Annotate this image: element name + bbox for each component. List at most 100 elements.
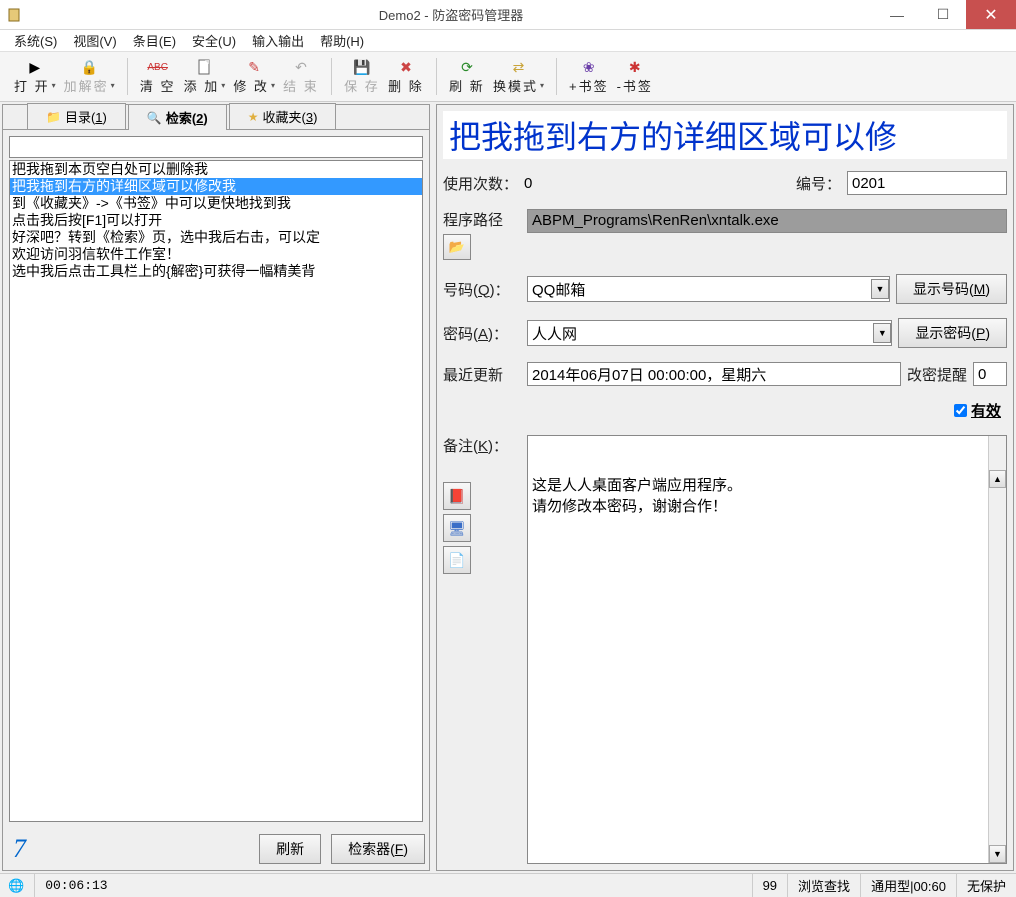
id-field[interactable]	[847, 171, 1007, 195]
tool-add[interactable]: 添 加▾	[180, 56, 230, 97]
monitor-icon: 🖥	[448, 520, 466, 537]
tool-end[interactable]: ↶ 结 束	[279, 56, 323, 97]
delete-icon: ✖	[388, 58, 424, 76]
edit-icon: ✎	[233, 58, 275, 76]
menu-system[interactable]: 系统(S)	[6, 29, 65, 52]
window-title: Demo2 - 防盗密码管理器	[28, 5, 874, 24]
main-area: 📁 目录(1) 🔍 检索(2) ★ 收藏夹(3) 把我拖到本页空白处可以删除我把…	[0, 102, 1016, 873]
maximize-button[interactable]: ☐	[920, 0, 966, 29]
last-update-label: 最近更新	[443, 364, 521, 385]
indexer-button[interactable]: 检索器(F)	[331, 834, 425, 864]
menubar: 系统(S) 视图(V) 条目(E) 安全(U) 输入输出 帮助(H)	[0, 30, 1016, 52]
tool-refresh[interactable]: ⟳ 刷 新	[445, 56, 489, 97]
status-icon: 🌐	[0, 874, 34, 897]
folder-icon: 📁	[46, 110, 61, 124]
status-count: 99	[752, 874, 787, 897]
menu-security[interactable]: 安全(U)	[184, 29, 244, 52]
list-item[interactable]: 到《收藏夹》->《书签》中可以更快地找到我	[10, 195, 422, 212]
menu-io[interactable]: 输入输出	[244, 29, 312, 52]
tool-delete[interactable]: ✖ 删 除	[384, 56, 428, 97]
list-item[interactable]: 好深吧？转到《检索》页，选中我后右击，可以定	[10, 229, 422, 246]
number-label: 号码(Q)：	[443, 279, 521, 300]
entry-title-banner: 把我拖到右方的详细区域可以修	[443, 111, 1007, 159]
chevron-down-icon[interactable]: ▼	[871, 279, 889, 299]
show-number-button[interactable]: 显示号码(M)	[896, 274, 1007, 304]
result-list[interactable]: 把我拖到本页空白处可以删除我把我拖到右方的详细区域可以修改我到《收藏夹》->《书…	[9, 160, 423, 822]
tool-clear[interactable]: ABC 清 空	[136, 56, 180, 97]
app-icon	[0, 1, 28, 29]
new-doc-icon	[184, 58, 226, 76]
status-protect: 无保护	[956, 874, 1016, 897]
tool-add-bookmark[interactable]: ❀ +书签	[565, 56, 613, 97]
tab-favorites[interactable]: ★ 收藏夹(3)	[229, 103, 337, 129]
valid-label: 有效	[971, 400, 1001, 421]
path-label: 程序路径	[443, 209, 521, 230]
lock-icon: 🔒	[64, 58, 115, 76]
number-combo[interactable]: QQ邮箱 ▼	[527, 276, 890, 302]
remind-label: 改密提醒	[907, 364, 967, 385]
wallet-icon: 📕	[448, 488, 465, 505]
toolbar: ▶ 打 开▾ 🔒 加解密▾ ABC 清 空 添 加▾ ✎ 修 改▾ ↶ 结 束	[0, 52, 1016, 102]
remind-field[interactable]	[973, 362, 1007, 386]
tool-open[interactable]: ▶ 打 开▾	[10, 56, 60, 97]
list-item[interactable]: 把我拖到本页空白处可以删除我	[10, 161, 422, 178]
tool-switch-mode[interactable]: ⇄ 换模式▾	[489, 56, 548, 97]
scrollbar[interactable]: ▲ ▼	[988, 436, 1006, 863]
search-icon: 🔍	[147, 111, 162, 125]
remark-label: 备注(K)：	[443, 435, 508, 456]
show-password-button[interactable]: 显示密码(P)	[898, 318, 1007, 348]
status-mode: 通用型|00:60	[860, 874, 956, 897]
note-lock-icon: 📄	[448, 552, 465, 569]
list-item[interactable]: 把我拖到右方的详细区域可以修改我	[10, 178, 422, 195]
tool-remove-bookmark[interactable]: ✱ -书签	[613, 56, 657, 97]
tool-decrypt[interactable]: 🔒 加解密▾	[60, 56, 119, 97]
valid-checkbox[interactable]	[954, 404, 967, 417]
result-count: 7	[7, 834, 249, 864]
refresh-button[interactable]: 刷新	[259, 834, 321, 864]
tool-modify[interactable]: ✎ 修 改▾	[229, 56, 279, 97]
last-update-field[interactable]	[527, 362, 901, 386]
search-input[interactable]	[9, 136, 423, 158]
close-button[interactable]: ✕	[966, 0, 1016, 29]
left-panel: 📁 目录(1) 🔍 检索(2) ★ 收藏夹(3) 把我拖到本页空白处可以删除我把…	[2, 104, 430, 871]
tab-directory[interactable]: 📁 目录(1)	[27, 103, 126, 129]
tabs-row: 📁 目录(1) 🔍 检索(2) ★ 收藏夹(3)	[3, 105, 429, 129]
status-time: 00:06:13	[34, 874, 117, 897]
list-item[interactable]: 欢迎访问羽信软件工作室！	[10, 246, 422, 263]
tab-search[interactable]: 🔍 检索(2)	[128, 104, 227, 130]
bookmark-add-icon: ❀	[569, 58, 609, 76]
minimize-button[interactable]: —	[874, 0, 920, 29]
open-folder-icon: 📂	[449, 239, 465, 255]
menu-view[interactable]: 视图(V)	[65, 29, 124, 52]
tool-save[interactable]: 💾 保 存	[340, 56, 384, 97]
remark-textarea[interactable]: 这是人人桌面客户端应用程序。 请勿修改本密码，谢谢合作！ ▲ ▼	[527, 435, 1007, 864]
globe-icon: 🌐	[8, 878, 24, 894]
play-icon: ▶	[14, 58, 56, 76]
usage-label: 使用次数：	[443, 173, 518, 194]
remark-icon-3[interactable]: 📄	[443, 546, 471, 574]
usage-value: 0	[524, 175, 532, 192]
remark-icon-1[interactable]: 📕	[443, 482, 471, 510]
refresh-icon: ⟳	[449, 58, 485, 76]
chevron-down-icon[interactable]: ▼	[873, 323, 891, 343]
password-combo[interactable]: 人人网 ▼	[527, 320, 892, 346]
save-icon: 💾	[344, 58, 380, 76]
undo-icon: ↶	[283, 58, 319, 76]
scroll-up-icon[interactable]: ▲	[989, 470, 1006, 488]
remark-icon-2[interactable]: 🖥	[443, 514, 471, 542]
list-item[interactable]: 点击我后按[F1]可以打开	[10, 212, 422, 229]
password-label: 密码(A)：	[443, 323, 521, 344]
titlebar: Demo2 - 防盗密码管理器 — ☐ ✕	[0, 0, 1016, 30]
bookmark-remove-icon: ✱	[617, 58, 653, 76]
switch-icon: ⇄	[493, 58, 544, 76]
id-label: 编号：	[796, 173, 841, 194]
right-panel: 把我拖到右方的详细区域可以修 使用次数： 0 编号： 程序路径 📂 ABPM_P…	[436, 104, 1014, 871]
menu-help[interactable]: 帮助(H)	[312, 29, 372, 52]
list-item[interactable]: 选中我后点击工具栏上的{解密}可获得一幅精美背	[10, 263, 422, 280]
path-field: ABPM_Programs\RenRen\xntalk.exe	[527, 209, 1007, 233]
statusbar: 🌐 00:06:13 99 浏览查找 通用型|00:60 无保护	[0, 873, 1016, 897]
menu-entry[interactable]: 条目(E)	[125, 29, 184, 52]
star-icon: ★	[248, 110, 259, 124]
scroll-down-icon[interactable]: ▼	[989, 845, 1006, 863]
open-path-button[interactable]: 📂	[443, 234, 471, 260]
